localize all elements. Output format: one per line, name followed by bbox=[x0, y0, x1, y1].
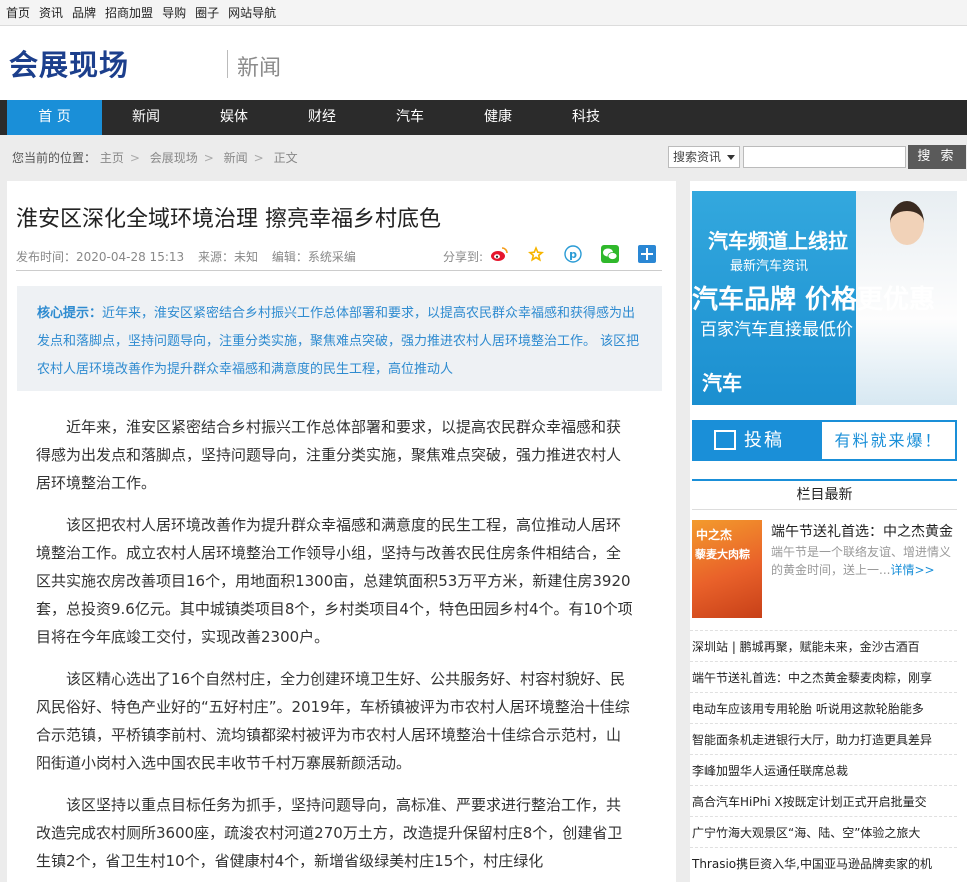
list-item[interactable]: 李峰加盟华人运通任联席总裁 bbox=[690, 754, 957, 785]
breadcrumb-section[interactable]: 新闻 bbox=[224, 151, 248, 165]
article-source: 来源：未知 bbox=[197, 250, 258, 264]
list-item[interactable]: 广宁竹海大观景区“海、陆、空”体验之旅大 bbox=[690, 816, 957, 847]
article-paragraph: 该区坚持以重点目标任务为抓手，坚持问题导向，高标准、严要求进行整治工作，共改造完… bbox=[36, 796, 623, 870]
top-nav-circle[interactable]: 圈子 bbox=[195, 0, 219, 26]
list-item[interactable]: 端午节送礼首选：中之杰黄金藜麦肉粽，刚享 bbox=[690, 661, 957, 692]
list-item[interactable]: 高合汽车HiPhi X按既定计划正式开启批量交 bbox=[690, 785, 957, 816]
auto-channel-ad-banner[interactable]: 汽车频道上线拉 最新汽车资讯 汽车品牌 价格更优惠 百家汽车直接最低价 汽车 bbox=[692, 191, 957, 405]
featured-thumbnail[interactable]: 中之杰 藜麦大肉粽 bbox=[692, 520, 762, 618]
article-paragraph: 该区精心选出了16个自然村庄，全力创建环境卫生好、公共服务好、村容村貌好、民风民… bbox=[36, 670, 630, 772]
section-name: 新闻 bbox=[237, 56, 282, 81]
summary-label: 核心提示： bbox=[37, 306, 103, 321]
nav-auto[interactable]: 汽车 bbox=[366, 100, 454, 135]
thumbnail-product: 藜麦大肉粽 bbox=[695, 548, 750, 561]
more-share-icon[interactable] bbox=[638, 245, 656, 263]
top-nav-franchise[interactable]: 招商加盟 bbox=[105, 0, 153, 26]
edit-icon bbox=[714, 430, 736, 450]
top-nav-news[interactable]: 资讯 bbox=[39, 0, 63, 26]
site-logo[interactable]: 会展现场 bbox=[9, 42, 129, 84]
top-nav-guide[interactable]: 导购 bbox=[162, 0, 186, 26]
contribute-banner[interactable]: 投稿 有料就来爆！ bbox=[692, 420, 957, 461]
article-paragraph: 该区把农村人居环境改善作为提升群众幸福感和满意度的民生工程，高位推动人居环境整治… bbox=[36, 516, 633, 646]
featured-description: 端午节是一个联络友谊、增进情义的黄金时间，送上一...详情>> bbox=[771, 543, 955, 579]
nav-entertainment-sports[interactable]: 娱体 bbox=[190, 100, 278, 135]
latest-section-title: 栏目最新 bbox=[692, 479, 957, 509]
chevron-right-icon: > bbox=[253, 151, 264, 165]
top-nav-site-map[interactable]: 网站导航 bbox=[228, 0, 276, 26]
list-item[interactable]: 电动车应该用专用轮胎 听说用这款轮胎能多 bbox=[690, 692, 957, 723]
search-category-value: 搜索资讯 bbox=[673, 150, 722, 164]
article-meta: 发布时间：2020-04-28 15:13 来源：未知 编辑：系统采编 bbox=[16, 248, 366, 265]
breadcrumb-home[interactable]: 主页 bbox=[100, 151, 124, 165]
article-title: 淮安区深化全域环境治理 擦亮幸福乡村底色 bbox=[16, 207, 441, 232]
list-item[interactable]: 智能面条机走进银行大厅，助力打造更具差异 bbox=[690, 723, 957, 754]
article-editor: 编辑：系统采编 bbox=[271, 250, 356, 264]
main-navigation: 首 页 新闻 娱体 财经 汽车 健康 科技 bbox=[0, 100, 967, 135]
wechat-share-icon[interactable] bbox=[601, 245, 619, 263]
thumbnail-brand: 中之杰 bbox=[696, 528, 733, 542]
ad-subheadline: 最新汽车资讯 bbox=[730, 259, 809, 274]
chevron-right-icon: > bbox=[129, 151, 140, 165]
featured-title[interactable]: 端午节送礼首选：中之杰黄金 bbox=[771, 521, 953, 541]
list-item[interactable]: 深圳站 | 鹏城再聚，赋能未来，金沙古酒百 bbox=[690, 630, 957, 661]
breadcrumb-prefix: 您当前的位置： bbox=[12, 151, 97, 165]
top-nav-home[interactable]: 首页 bbox=[6, 0, 30, 26]
site-header: 会展现场 新闻 bbox=[0, 26, 967, 100]
header-divider bbox=[227, 50, 228, 78]
ad-brand: 汽车 bbox=[702, 371, 742, 395]
nav-health[interactable]: 健康 bbox=[454, 100, 542, 135]
nav-news[interactable]: 新闻 bbox=[102, 100, 190, 135]
article-summary: 核心提示：近年来，淮安区紧密结合乡村振兴工作总体部署和要求，以提高农民群众幸福感… bbox=[17, 286, 662, 391]
article-body: 近年来，淮安区紧密结合乡村振兴工作总体部署和要求，以提高农民群众幸福感和获得感为… bbox=[36, 413, 634, 882]
section-divider bbox=[692, 509, 957, 510]
caret-down-icon bbox=[727, 155, 735, 160]
breadcrumb-channel[interactable]: 会展现场 bbox=[150, 151, 198, 165]
ad-slogan: 汽车品牌 价格更优惠 bbox=[692, 285, 936, 315]
contribute-button[interactable]: 投稿 bbox=[694, 422, 822, 459]
title-divider bbox=[16, 270, 662, 271]
summary-text: 近年来，淮安区紧密结合乡村振兴工作总体部署和要求，以提高农民群众幸福感和获得感为… bbox=[37, 306, 640, 377]
list-item[interactable]: Thrasio携巨资入华,中国亚马逊品牌卖家的机 bbox=[690, 847, 957, 878]
qzone-share-icon[interactable] bbox=[527, 245, 545, 263]
breadcrumb-current: 正文 bbox=[273, 151, 298, 165]
sidebar: 汽车频道上线拉 最新汽车资讯 汽车品牌 价格更优惠 百家汽车直接最低价 汽车 投… bbox=[690, 181, 967, 882]
ad-headline: 汽车频道上线拉 bbox=[708, 229, 848, 253]
nav-finance[interactable]: 财经 bbox=[278, 100, 366, 135]
top-navigation: 首页 资讯 品牌 招商加盟 导购 圈子 网站导航 bbox=[0, 0, 967, 26]
top-nav-brands[interactable]: 品牌 bbox=[72, 0, 96, 26]
nav-home[interactable]: 首 页 bbox=[7, 100, 102, 135]
search-button[interactable]: 搜 索 bbox=[908, 145, 966, 169]
svg-text:p: p bbox=[569, 248, 577, 261]
contribute-slogan[interactable]: 有料就来爆！ bbox=[822, 422, 955, 459]
search-input[interactable] bbox=[743, 146, 906, 168]
latest-news-list: 深圳站 | 鹏城再聚，赋能未来，金沙古酒百 端午节送礼首选：中之杰黄金藜麦肉粽，… bbox=[690, 630, 957, 878]
breadcrumb: 您当前的位置： 主页 > 会展现场 > 新闻 > 正文 bbox=[12, 149, 298, 166]
weibo-share-icon[interactable] bbox=[490, 245, 508, 263]
featured-more-link[interactable]: 详情>> bbox=[890, 563, 934, 577]
article-panel: 淮安区深化全域环境治理 擦亮幸福乡村底色 发布时间：2020-04-28 15:… bbox=[7, 181, 676, 882]
ad-tagline: 百家汽车直接最低价 bbox=[700, 320, 853, 340]
share-label: 分享到: bbox=[443, 250, 484, 264]
publish-time: 发布时间：2020-04-28 15:13 bbox=[16, 250, 185, 264]
search-category-select[interactable]: 搜索资讯 bbox=[668, 146, 740, 168]
chevron-right-icon: > bbox=[203, 151, 214, 165]
pinterest-share-icon[interactable]: p bbox=[564, 245, 582, 263]
article-paragraph: 近年来，淮安区紧密结合乡村振兴工作总体部署和要求，以提高农民群众幸福感和获得感为… bbox=[36, 418, 622, 492]
nav-tech[interactable]: 科技 bbox=[542, 100, 630, 135]
contribute-label: 投稿 bbox=[744, 430, 784, 451]
